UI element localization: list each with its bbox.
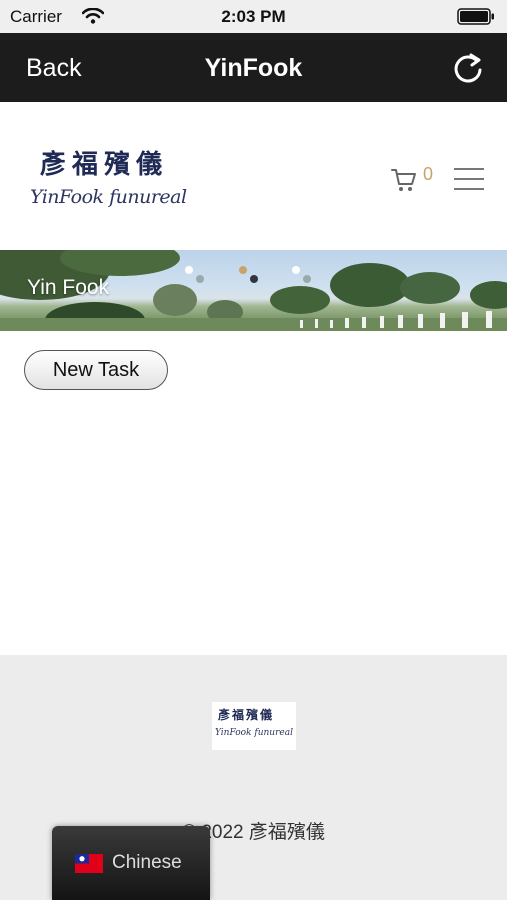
cart-icon[interactable] xyxy=(390,166,418,199)
footer-logo-chinese-text: 彥福殯儀 xyxy=(218,708,275,722)
cart-count-badge: 0 xyxy=(423,164,434,184)
logo-chinese-text: 彥福殯儀 xyxy=(40,150,169,180)
language-switcher[interactable]: Chinese xyxy=(52,826,210,900)
status-time: 2:03 PM xyxy=(221,7,286,26)
carousel-dot[interactable] xyxy=(239,266,247,274)
navigation-bar: Back YinFook xyxy=(0,33,507,102)
logo-english-text: YinFook funureal xyxy=(30,186,187,208)
battery-icon xyxy=(457,8,495,30)
carousel-dot[interactable] xyxy=(196,275,204,283)
footer-logo-english-text: YinFook funureal xyxy=(215,728,293,738)
page-title: YinFook xyxy=(204,54,303,82)
language-label: Chinese xyxy=(112,852,182,873)
new-task-button[interactable]: New Task xyxy=(24,350,168,390)
carousel-dot[interactable] xyxy=(303,275,311,283)
taiwan-flag-icon xyxy=(75,854,103,878)
carousel-dot[interactable] xyxy=(250,275,258,283)
reload-icon[interactable] xyxy=(451,51,485,90)
hamburger-menu-icon[interactable] xyxy=(454,168,484,192)
carousel-dot[interactable] xyxy=(185,266,193,274)
site-logo[interactable]: 彥福殯儀 YinFook funureal xyxy=(28,142,198,230)
hero-banner[interactable]: Yin Fook xyxy=(0,250,507,331)
status-bar: Carrier 2:03 PM xyxy=(0,0,507,33)
site-header: 彥福殯儀 YinFook funureal 0 xyxy=(0,102,507,250)
footer-logo[interactable]: 彥福殯儀 YinFook funureal xyxy=(212,702,296,750)
banner-caption: Yin Fook xyxy=(27,276,110,299)
carousel-dot[interactable] xyxy=(292,266,300,274)
